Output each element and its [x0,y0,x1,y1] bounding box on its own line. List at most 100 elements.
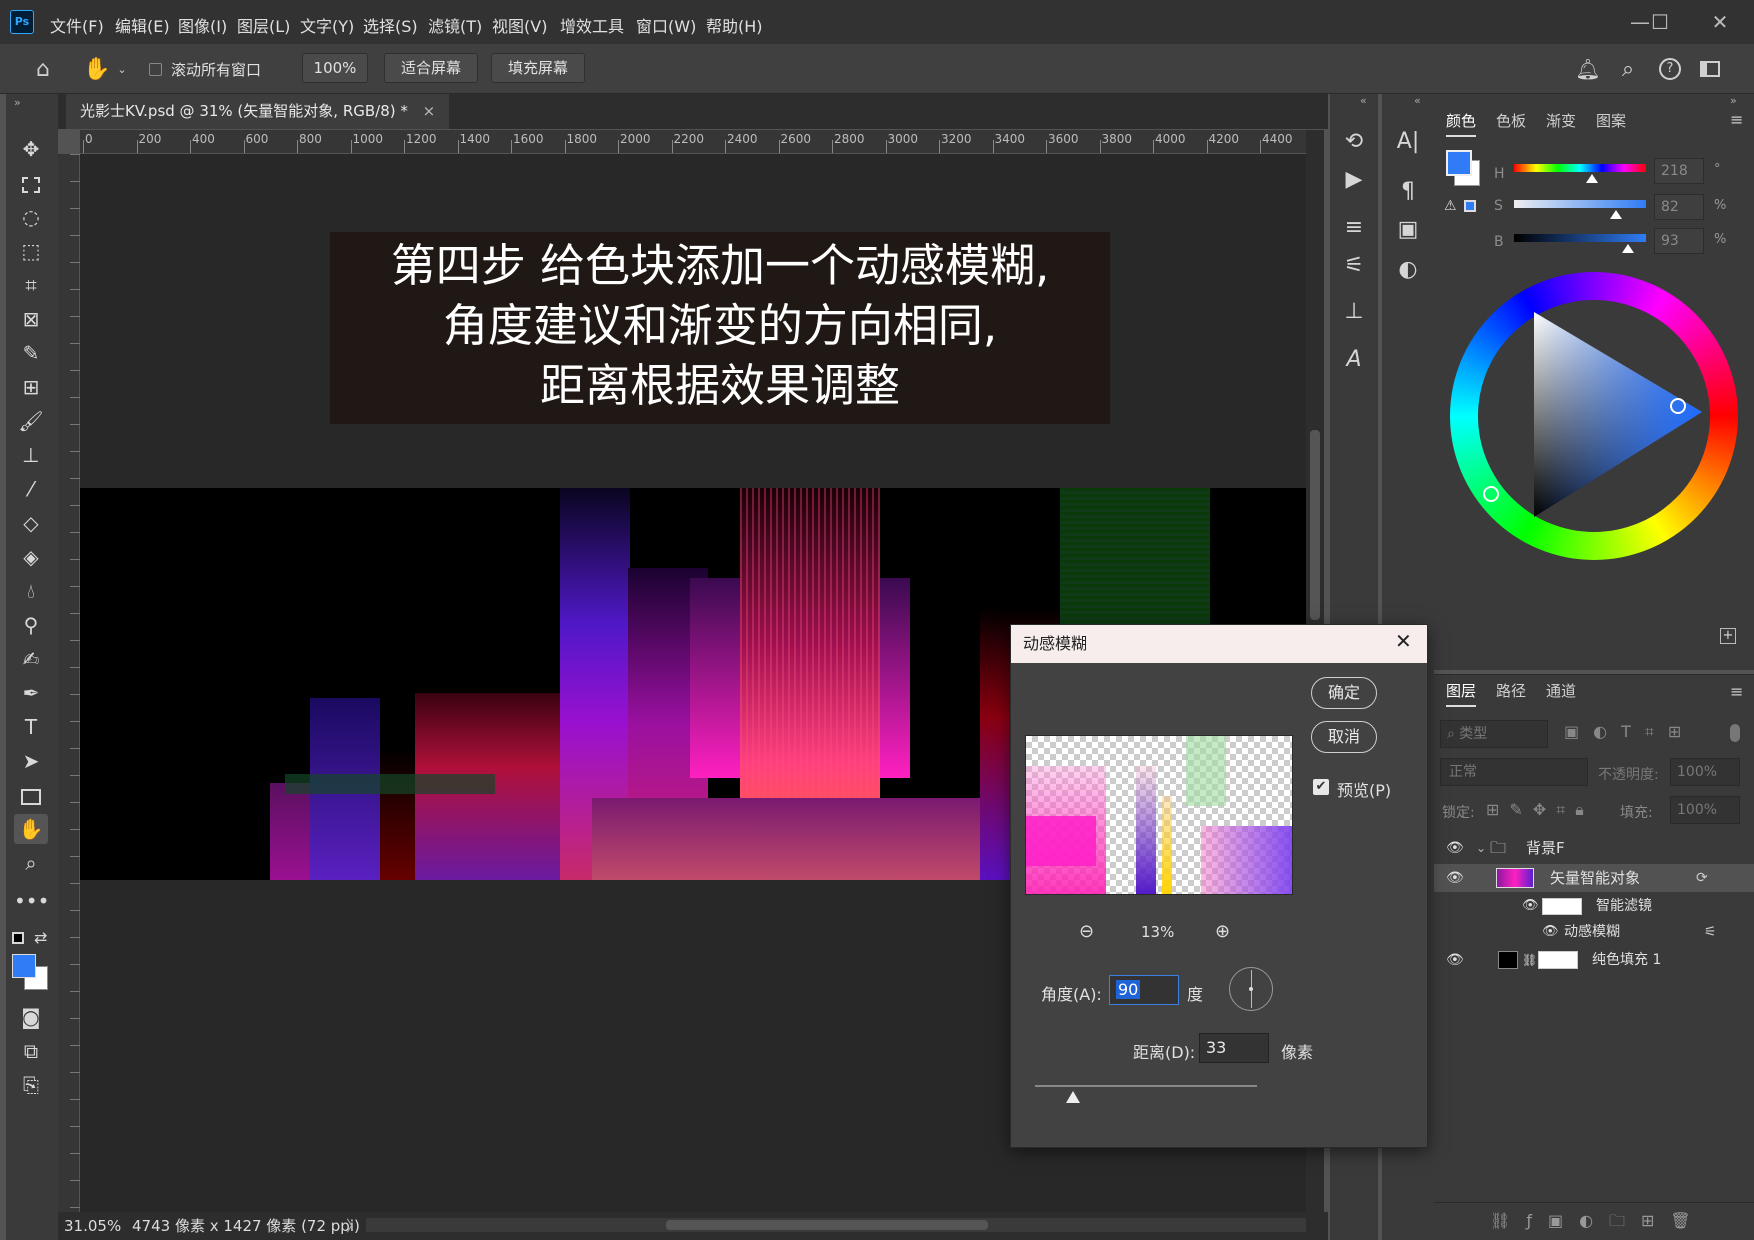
panel-menu-icon[interactable]: ≡ [1730,110,1743,129]
stamp-tool-icon[interactable]: ⊥ [14,440,48,470]
brush-tool-icon[interactable]: 🖌︎ [14,406,48,436]
brightness-slider[interactable] [1514,234,1646,242]
tab-color[interactable]: 颜色 [1446,110,1477,137]
lasso-tool-icon[interactable]: ◌ [14,202,48,232]
eraser-tool-icon[interactable]: ◇ [14,508,48,538]
layer-row-group[interactable]: 👁︎ ⌄ 🗀︎ 背景F [1434,834,1754,862]
fill-field[interactable]: 100% [1670,796,1740,824]
zoom-level[interactable]: 31.05% [64,1212,121,1240]
zoom-tool-icon[interactable]: ⌕ [14,848,48,878]
dodge-tool-icon[interactable]: ⚲ [14,610,48,640]
eye-icon[interactable]: 👁︎ [1542,918,1559,946]
menu-item-9[interactable]: 窗口(W) [636,13,696,37]
smudge-tool-icon[interactable]: ✍︎ [14,644,48,674]
fit-screen-button[interactable]: 适合屏幕 [384,53,478,83]
saturation-slider[interactable] [1514,200,1646,208]
tab-layers[interactable]: 图层 [1446,680,1477,707]
tab-gradients[interactable]: 渐变 [1546,110,1576,131]
tab-paths[interactable]: 路径 [1496,680,1526,701]
menu-item-3[interactable]: 图层(L) [237,13,290,37]
preview-label[interactable]: 预览(P) [1337,777,1391,801]
opacity-field[interactable]: 100% [1670,758,1740,786]
home-icon[interactable]: ⌂ [26,56,60,82]
angle-dial[interactable] [1229,967,1273,1011]
type-tool-icon[interactable]: T [14,712,48,742]
more-tools-icon[interactable]: ••• [14,886,49,916]
frame-tool-icon[interactable]: ⊠ [14,304,48,334]
tab-channels[interactable]: 通道 [1546,680,1576,701]
clone-source-icon[interactable]: ⊥ [1334,294,1374,330]
eye-icon[interactable]: 👁︎ [1446,864,1464,892]
vertical-scroll-thumb[interactable] [1310,430,1320,620]
chevron-right-icon[interactable]: 〉 [346,1212,361,1240]
adjustments-icon[interactable]: ⚟ [1334,248,1374,284]
saturation-value-field[interactable]: 82 [1654,194,1704,220]
menu-item-8[interactable]: 增效工具 [560,13,624,37]
chevron-down-icon[interactable]: ⌄ [114,60,130,78]
marquee-tool-icon[interactable] [14,168,48,198]
distance-slider-handle[interactable] [1065,1091,1080,1103]
blend-mode-dropdown[interactable]: 正常 [1440,758,1588,786]
content-credentials-icon[interactable]: ⎘ [14,1070,48,1100]
maximize-button[interactable]: ☐ [1640,8,1680,36]
hand-tool-active-icon[interactable]: ✋ [14,814,48,844]
layer-filter-icons[interactable]: ▣◐T⌗⊞ [1564,722,1695,742]
rectangle-tool-icon[interactable] [14,780,48,810]
eye-icon[interactable]: 👁︎ [1446,946,1464,974]
fill-screen-button[interactable]: 填充屏幕 [491,53,585,83]
zoom-out-icon[interactable]: ⊖ [1079,921,1094,942]
zoom-100-button[interactable]: 100% [302,53,368,83]
path-select-tool-icon[interactable]: ➤ [14,746,48,776]
color-wheel[interactable] [1450,272,1738,560]
eye-icon[interactable]: 👁︎ [1522,892,1539,920]
collapse-strip-icon[interactable]: « [1360,94,1367,107]
document-tab[interactable]: 光影士KV.psd @ 31% (矢量智能对象, RGB/8) * × [66,94,450,129]
saturation-slider-handle[interactable] [1610,210,1622,219]
hue-slider[interactable] [1514,164,1646,172]
menu-item-10[interactable]: 帮助(H) [706,13,763,37]
layer-row-fill[interactable]: 👁︎ ⛓︎ 纯色填充 1 [1434,946,1754,974]
menu-item-5[interactable]: 选择(S) [363,13,418,37]
menu-item-6[interactable]: 滤镜(T) [428,13,482,37]
history-panel-icon[interactable]: ⟲ [1334,124,1374,160]
patch-tool-icon[interactable]: ⊞ [14,372,48,402]
eyedropper-tool-icon[interactable]: ✎ [14,338,48,368]
distance-input[interactable]: 33 [1199,1033,1269,1063]
brightness-value-field[interactable]: 93 [1654,228,1704,254]
preview-window[interactable] [1025,735,1293,895]
workspace-icon[interactable] [1696,56,1724,82]
horizontal-scrollbar[interactable] [366,1218,1306,1232]
horizontal-scroll-thumb[interactable] [666,1220,988,1230]
foreground-color-chip[interactable] [1446,150,1472,176]
default-colors-icon[interactable] [12,932,24,944]
cancel-button[interactable]: 取消 [1311,721,1377,753]
move-tool-icon[interactable]: ✥ [14,134,48,164]
swap-colors-icon[interactable]: ⇄ [34,928,47,947]
blur-tool-icon[interactable]: 💧︎ [14,576,48,606]
menu-item-4[interactable]: 文字(Y) [300,13,354,37]
properties-icon[interactable]: ◐ [1388,252,1428,288]
search-icon[interactable]: ⌕ [1614,56,1642,82]
crop-tool-icon[interactable]: ⌗ [14,270,48,300]
collapse-strip2-icon[interactable]: « [1414,94,1421,107]
history-brush-tool-icon[interactable]: ⁄ [14,474,48,504]
object-select-tool-icon[interactable]: ⬚ [14,236,48,266]
paragraph-panel-icon[interactable]: ¶ [1388,174,1428,210]
brightness-slider-handle[interactable] [1622,244,1634,253]
dialog-close-icon[interactable]: ✕ [1395,629,1412,653]
layer-actions-bar[interactable]: ⛓︎ƒ▣◐🗀︎⊞🗑︎ [1434,1202,1754,1240]
layer-row-smart-object[interactable]: 👁︎ 矢量智能对象 ⟳ [1434,864,1754,892]
layer-filter-dropdown[interactable]: ⌕ 类型 [1440,720,1548,748]
paint-bucket-tool-icon[interactable]: ◈ [14,542,48,572]
brush-settings-icon[interactable]: ≡ [1334,210,1374,246]
tab-swatches[interactable]: 色板 [1496,110,1526,131]
pen-tool-icon[interactable]: ✒︎ [14,678,48,708]
collapse-toolbar-icon[interactable]: » [14,96,21,109]
quick-mask-icon[interactable]: ◙ [14,1002,48,1032]
foreground-color-swatch[interactable] [12,954,36,978]
filter-toggle[interactable] [1730,724,1740,742]
distance-slider[interactable] [1035,1085,1257,1087]
help-icon[interactable]: ? [1656,56,1684,82]
scroll-all-checkbox[interactable] [149,63,162,76]
tab-patterns[interactable]: 图案 [1596,110,1626,131]
